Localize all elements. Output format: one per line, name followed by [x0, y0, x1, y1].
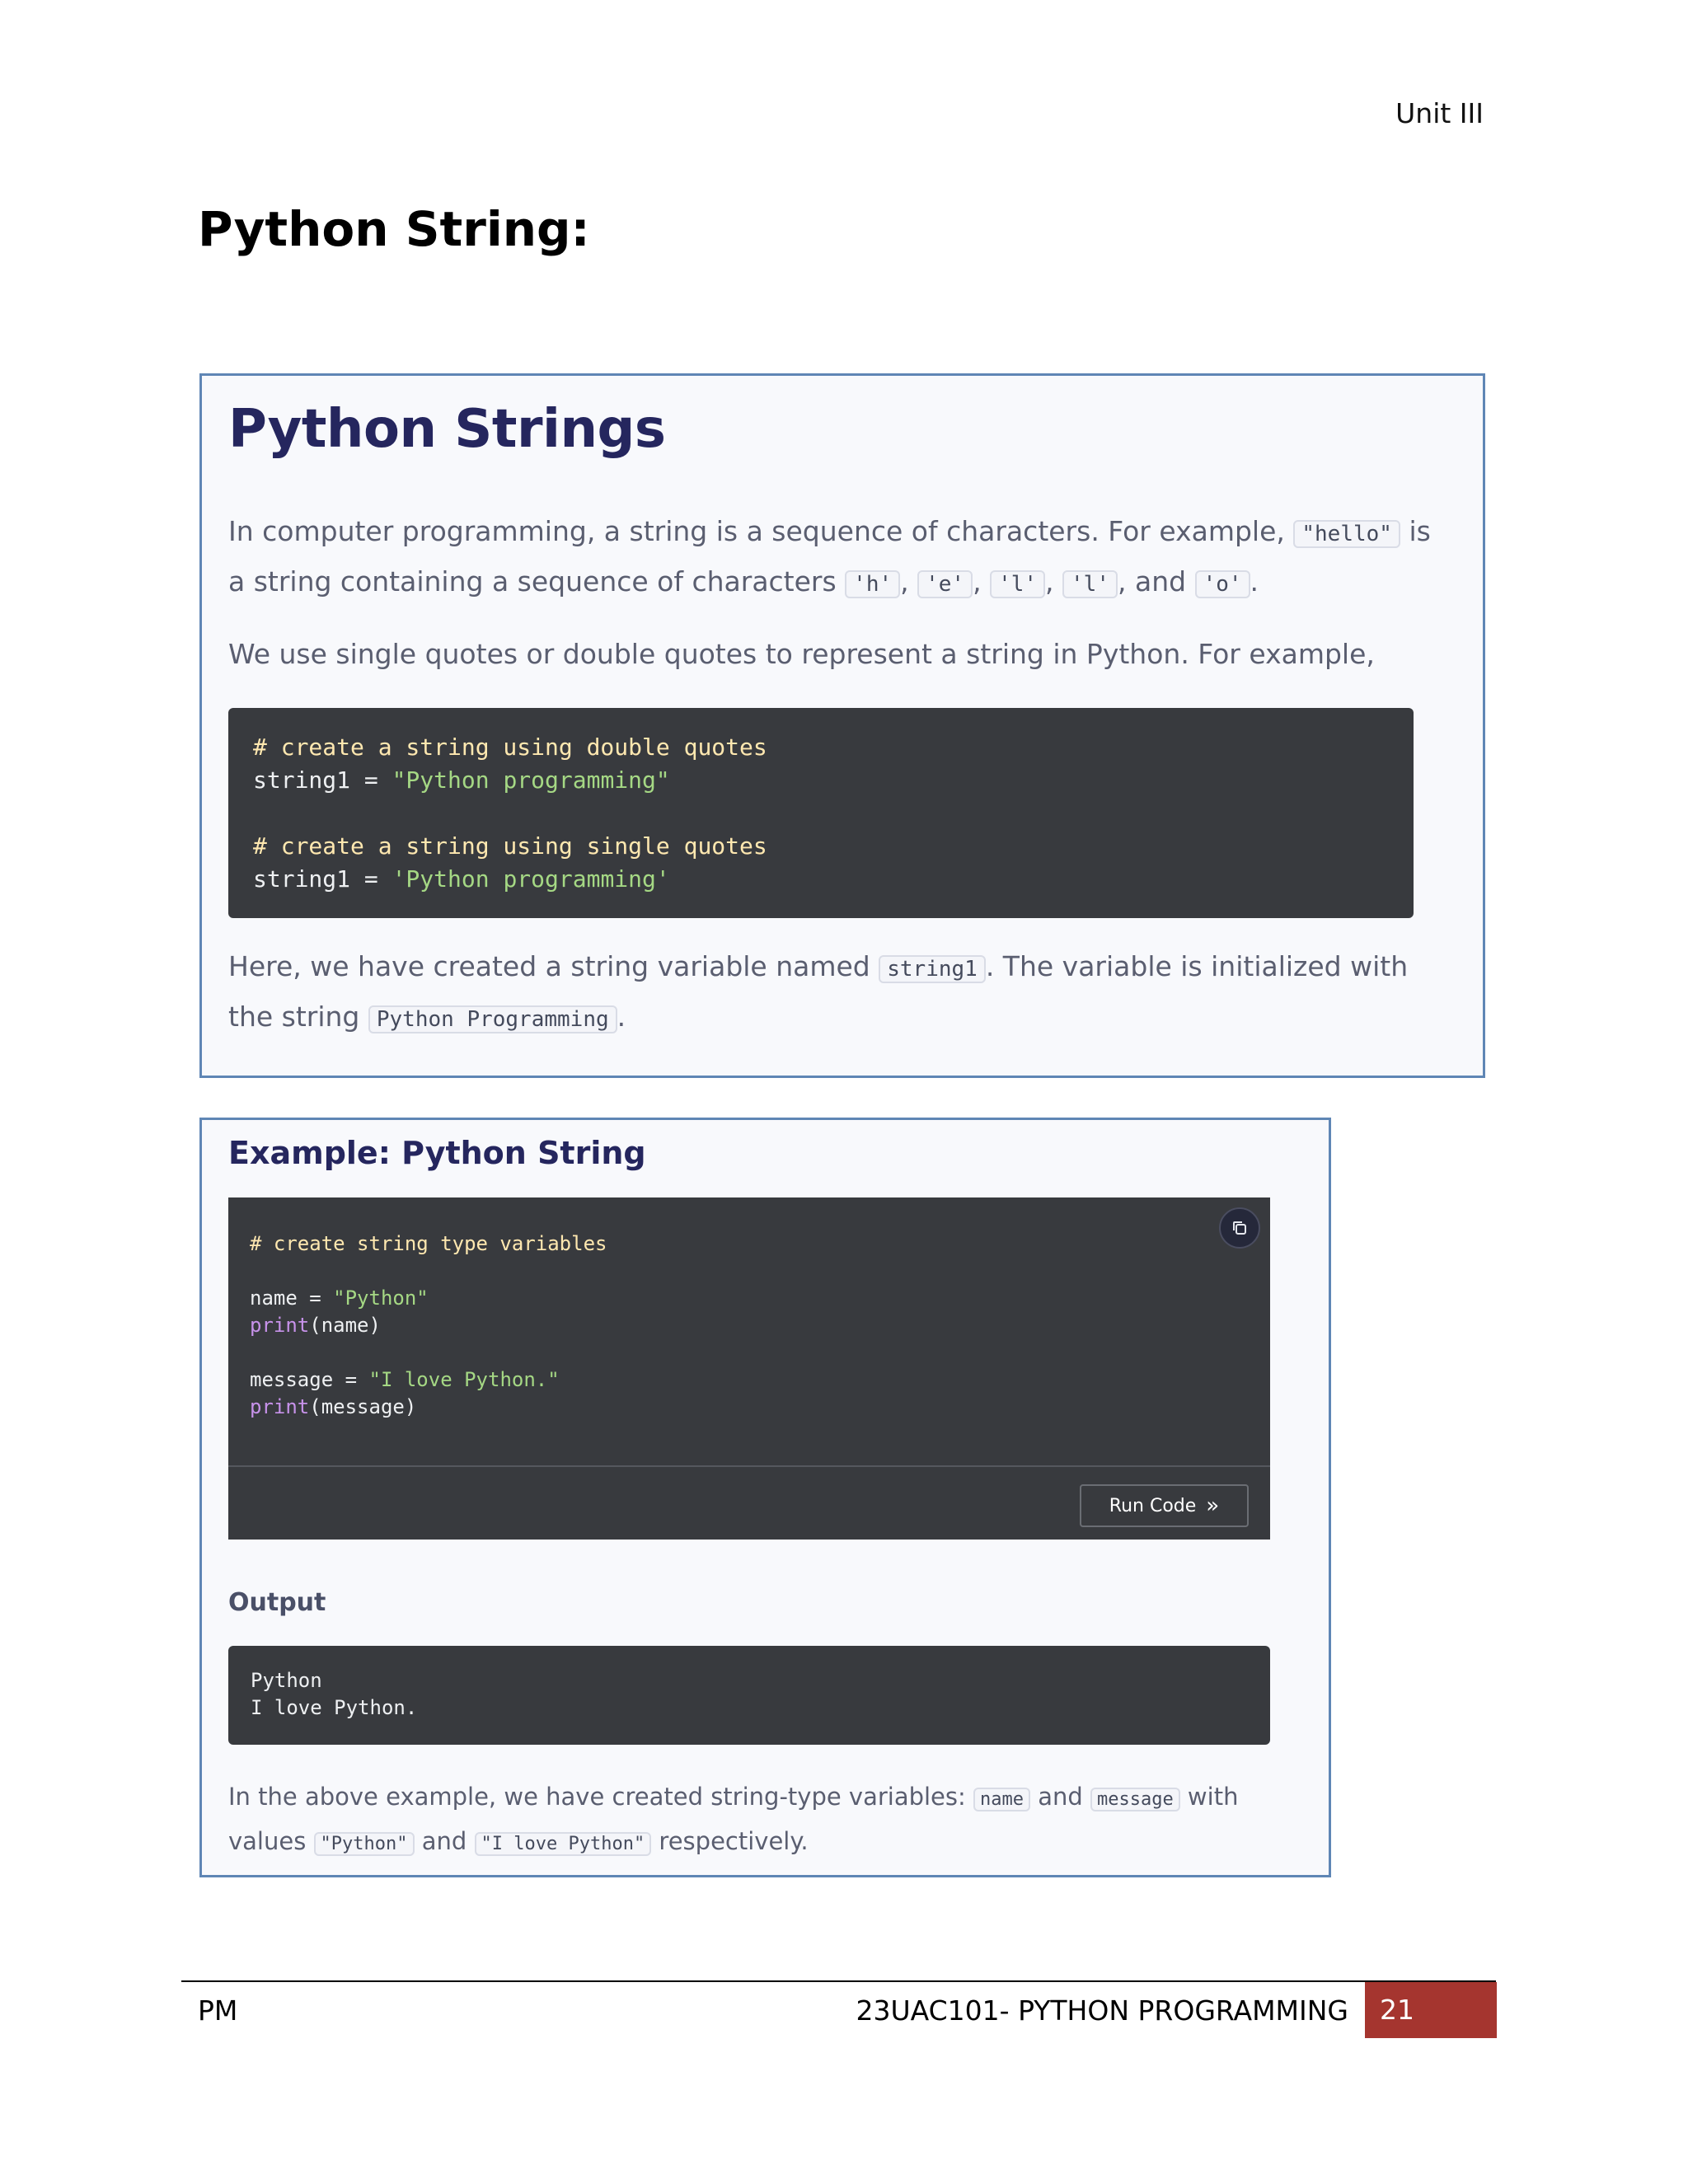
inline-code: 'o' — [1194, 570, 1250, 598]
inline-code: 'e' — [917, 570, 973, 598]
inline-code: Python Programming — [368, 1005, 617, 1033]
output-label: Output — [228, 1588, 326, 1617]
copy-button[interactable] — [1219, 1207, 1260, 1249]
unit-label: Unit III — [1395, 97, 1484, 129]
footer-author: PM — [198, 1994, 238, 2027]
output-box: Python I love Python. — [228, 1646, 1270, 1745]
code-block: # create a string using double quotes st… — [228, 708, 1414, 918]
editor-code: # create string type variables name = "P… — [250, 1232, 607, 1418]
intro-paragraph: In computer programming, a string is a s… — [228, 515, 1431, 598]
footer-divider — [181, 1980, 1496, 1982]
code-comment: # create a string using double quotes — [253, 733, 767, 761]
run-code-label: Run Code — [1109, 1495, 1197, 1516]
run-code-button[interactable]: Run Code » — [1080, 1484, 1249, 1527]
inline-code: 'h' — [845, 570, 901, 598]
double-chevron-right-icon: » — [1206, 1493, 1220, 1518]
copy-icon — [1233, 1221, 1246, 1235]
inline-code: 'l' — [1062, 570, 1118, 598]
editor-divider — [228, 1465, 1270, 1467]
inline-code: message — [1090, 1788, 1180, 1811]
inline-code: "hello" — [1293, 520, 1400, 548]
page-number: 21 — [1365, 1982, 1497, 2038]
inline-code: name — [973, 1788, 1030, 1811]
panel-heading: Python Strings — [228, 399, 666, 460]
inline-code: "I love Python" — [474, 1832, 652, 1856]
python-strings-screenshot: Python Strings In computer programming, … — [199, 373, 1485, 1078]
example-explanation: In the above example, we have created st… — [228, 1783, 1239, 1856]
inline-code: string1 — [879, 955, 986, 983]
example-heading: Example: Python String — [228, 1135, 646, 1171]
code-editor: # create string type variables name = "P… — [228, 1197, 1270, 1540]
inline-code: "Python" — [313, 1832, 415, 1856]
code-comment: # create a string using single quotes — [253, 832, 767, 860]
footer-course-title: 23UAC101- PYTHON PROGRAMMING — [856, 1994, 1349, 2027]
explanation-paragraph: Here, we have created a string variable … — [228, 950, 1409, 1033]
example-screenshot: Example: Python String # create string t… — [199, 1118, 1331, 1877]
inline-code: 'l' — [990, 570, 1046, 598]
quotes-paragraph: We use single quotes or double quotes to… — [228, 638, 1375, 670]
page-title: Python String: — [198, 201, 590, 257]
